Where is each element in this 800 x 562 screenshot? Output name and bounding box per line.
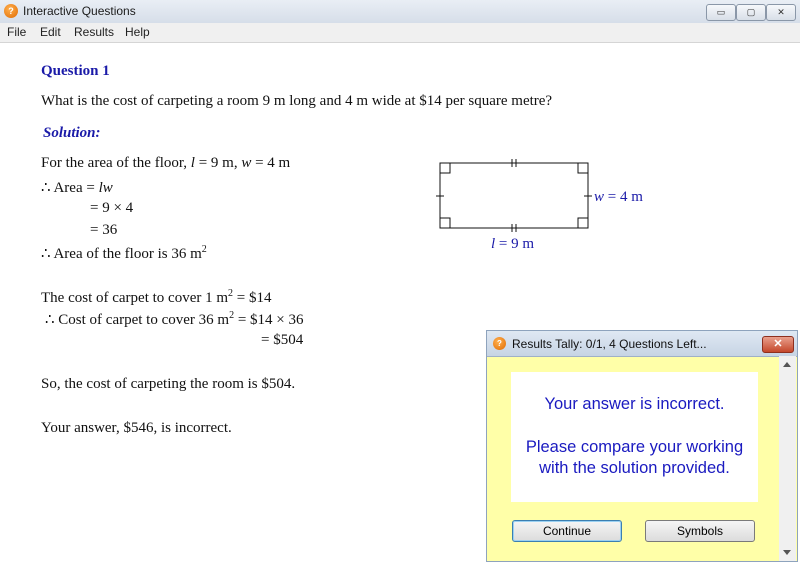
corner-marker-br: [577, 217, 588, 228]
solution-title: Solution:: [43, 125, 101, 141]
dialog-scrollbar[interactable]: [779, 356, 796, 561]
cost-line1-tail: = $14: [236, 290, 272, 306]
area-result-text: ∴ Area of the floor is 36 m: [41, 246, 202, 262]
close-button[interactable]: ✕: [766, 4, 796, 21]
width-value: = 4 m: [255, 155, 291, 171]
symbols-button[interactable]: Symbols: [645, 520, 755, 542]
area-result-sup: 2: [201, 244, 207, 255]
diagram-length-label: l = 9 m: [491, 236, 534, 253]
conclusion-text: So, the cost of carpeting the room is $5…: [41, 376, 296, 392]
compare-message: Please compare your working with the sol…: [525, 438, 744, 477]
diagram-width-eq: = 4 m: [607, 189, 643, 205]
continue-button[interactable]: Continue: [512, 520, 622, 542]
diagram-length-var: l: [491, 236, 496, 252]
window-title: Interactive Questions: [23, 4, 136, 18]
incorrect-message: Your answer is incorrect.: [544, 395, 725, 413]
diagram-length-eq: = 9 m: [498, 236, 535, 252]
menu-file[interactable]: File: [7, 25, 26, 39]
area-step-result: = 36: [90, 222, 118, 238]
feedback-message-box: Your answer is incorrect. Please compare…: [511, 372, 758, 502]
question-text: What is the cost of carpeting a room 9 m…: [41, 93, 553, 109]
cost-per-metre-line: The cost of carpet to cover 1 m2 = $14: [41, 288, 271, 307]
width-variable: w: [241, 155, 252, 171]
maximize-button[interactable]: ▢: [736, 4, 766, 21]
cost-line2-sup: 2: [229, 310, 235, 321]
corner-marker-bl: [440, 217, 451, 228]
question-title: Question 1: [41, 63, 110, 79]
dialog-title: Results Tally: 0/1, 4 Questions Left...: [512, 337, 707, 351]
floor-dimensions-line: For the area of the floor, l = 9 m, w = …: [41, 155, 290, 172]
dialog-close-button[interactable]: ✕: [762, 336, 794, 353]
length-value: = 9 m,: [198, 155, 238, 171]
menu-help[interactable]: Help: [125, 25, 150, 39]
menu-results[interactable]: Results: [74, 25, 114, 39]
room-rectangle: [439, 162, 589, 229]
cost-total-line: ∴ Cost of carpet to cover 36 m2 = $14 × …: [45, 310, 304, 329]
dialog-question-icon: ?: [493, 337, 506, 350]
area-step-multiply: = 9 × 4: [90, 200, 134, 216]
results-tally-dialog: ? Results Tally: 0/1, 4 Questions Left..…: [486, 330, 798, 562]
cost-line2-text: ∴ Cost of carpet to cover 36 m: [45, 312, 230, 328]
scroll-up-arrow-icon[interactable]: [783, 362, 791, 367]
area-formula-line: ∴ Area = lw: [41, 178, 113, 197]
corner-marker-tl: [440, 163, 451, 174]
dialog-title-bar: ? Results Tally: 0/1, 4 Questions Left..…: [487, 331, 797, 357]
area-result-line: ∴ Area of the floor is 36 m2: [41, 244, 207, 263]
title-bar: ? Interactive Questions ▭ ▢ ✕: [0, 0, 800, 24]
cost-line2-tail: = $14 × 36: [237, 312, 304, 328]
corner-marker-tr: [577, 163, 588, 174]
cost-line1-sup: 2: [228, 288, 234, 299]
area-formula: lw: [98, 180, 113, 196]
answer-feedback-text: Your answer, $546, is incorrect.: [41, 420, 232, 436]
menu-bar: File Edit Results Help: [0, 23, 800, 43]
menu-edit[interactable]: Edit: [40, 25, 61, 39]
app-question-icon: ?: [4, 4, 18, 18]
minimize-button[interactable]: ▭: [706, 4, 736, 21]
cost-total-result: = $504: [261, 332, 304, 348]
scroll-down-arrow-icon[interactable]: [783, 550, 791, 555]
cost-line1-text: The cost of carpet to cover 1 m: [41, 290, 229, 306]
length-variable: l: [190, 155, 195, 171]
diagram-width-var: w: [594, 189, 605, 205]
diagram-width-label: w = 4 m: [594, 189, 643, 206]
area-prefix: ∴ Area =: [41, 180, 95, 196]
floor-intro-text: For the area of the floor,: [41, 155, 188, 171]
